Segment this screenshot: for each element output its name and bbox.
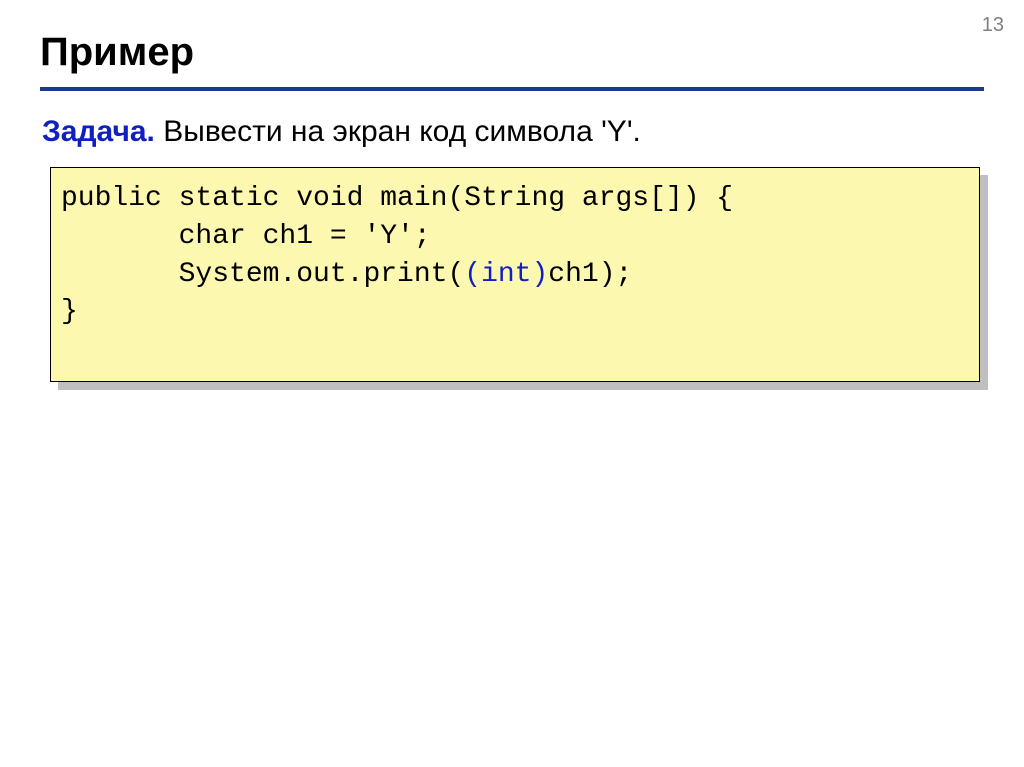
title-rule [40, 87, 984, 91]
task-label: Задача. [42, 115, 155, 148]
code-line-4: } [61, 296, 78, 327]
code-line-3c: ch1); [548, 259, 632, 290]
code-line-2: char ch1 = 'Y'; [61, 221, 431, 252]
code-int-cast: (int) [464, 259, 548, 290]
page-number: 13 [982, 14, 1004, 37]
slide-title: Пример [40, 30, 984, 75]
code-line-3a: System.out.print( [61, 259, 464, 290]
code-block: public static void main(String args[]) {… [50, 167, 980, 382]
code-box: public static void main(String args[]) {… [50, 167, 980, 382]
task-text: Вывести на экран код символа 'Y'. [155, 115, 641, 148]
slide: 13 Пример Задача. Вывести на экран код с… [0, 0, 1024, 767]
code-line-1: public static void main(String args[]) { [61, 183, 733, 214]
task-line: Задача. Вывести на экран код символа 'Y'… [42, 115, 984, 149]
